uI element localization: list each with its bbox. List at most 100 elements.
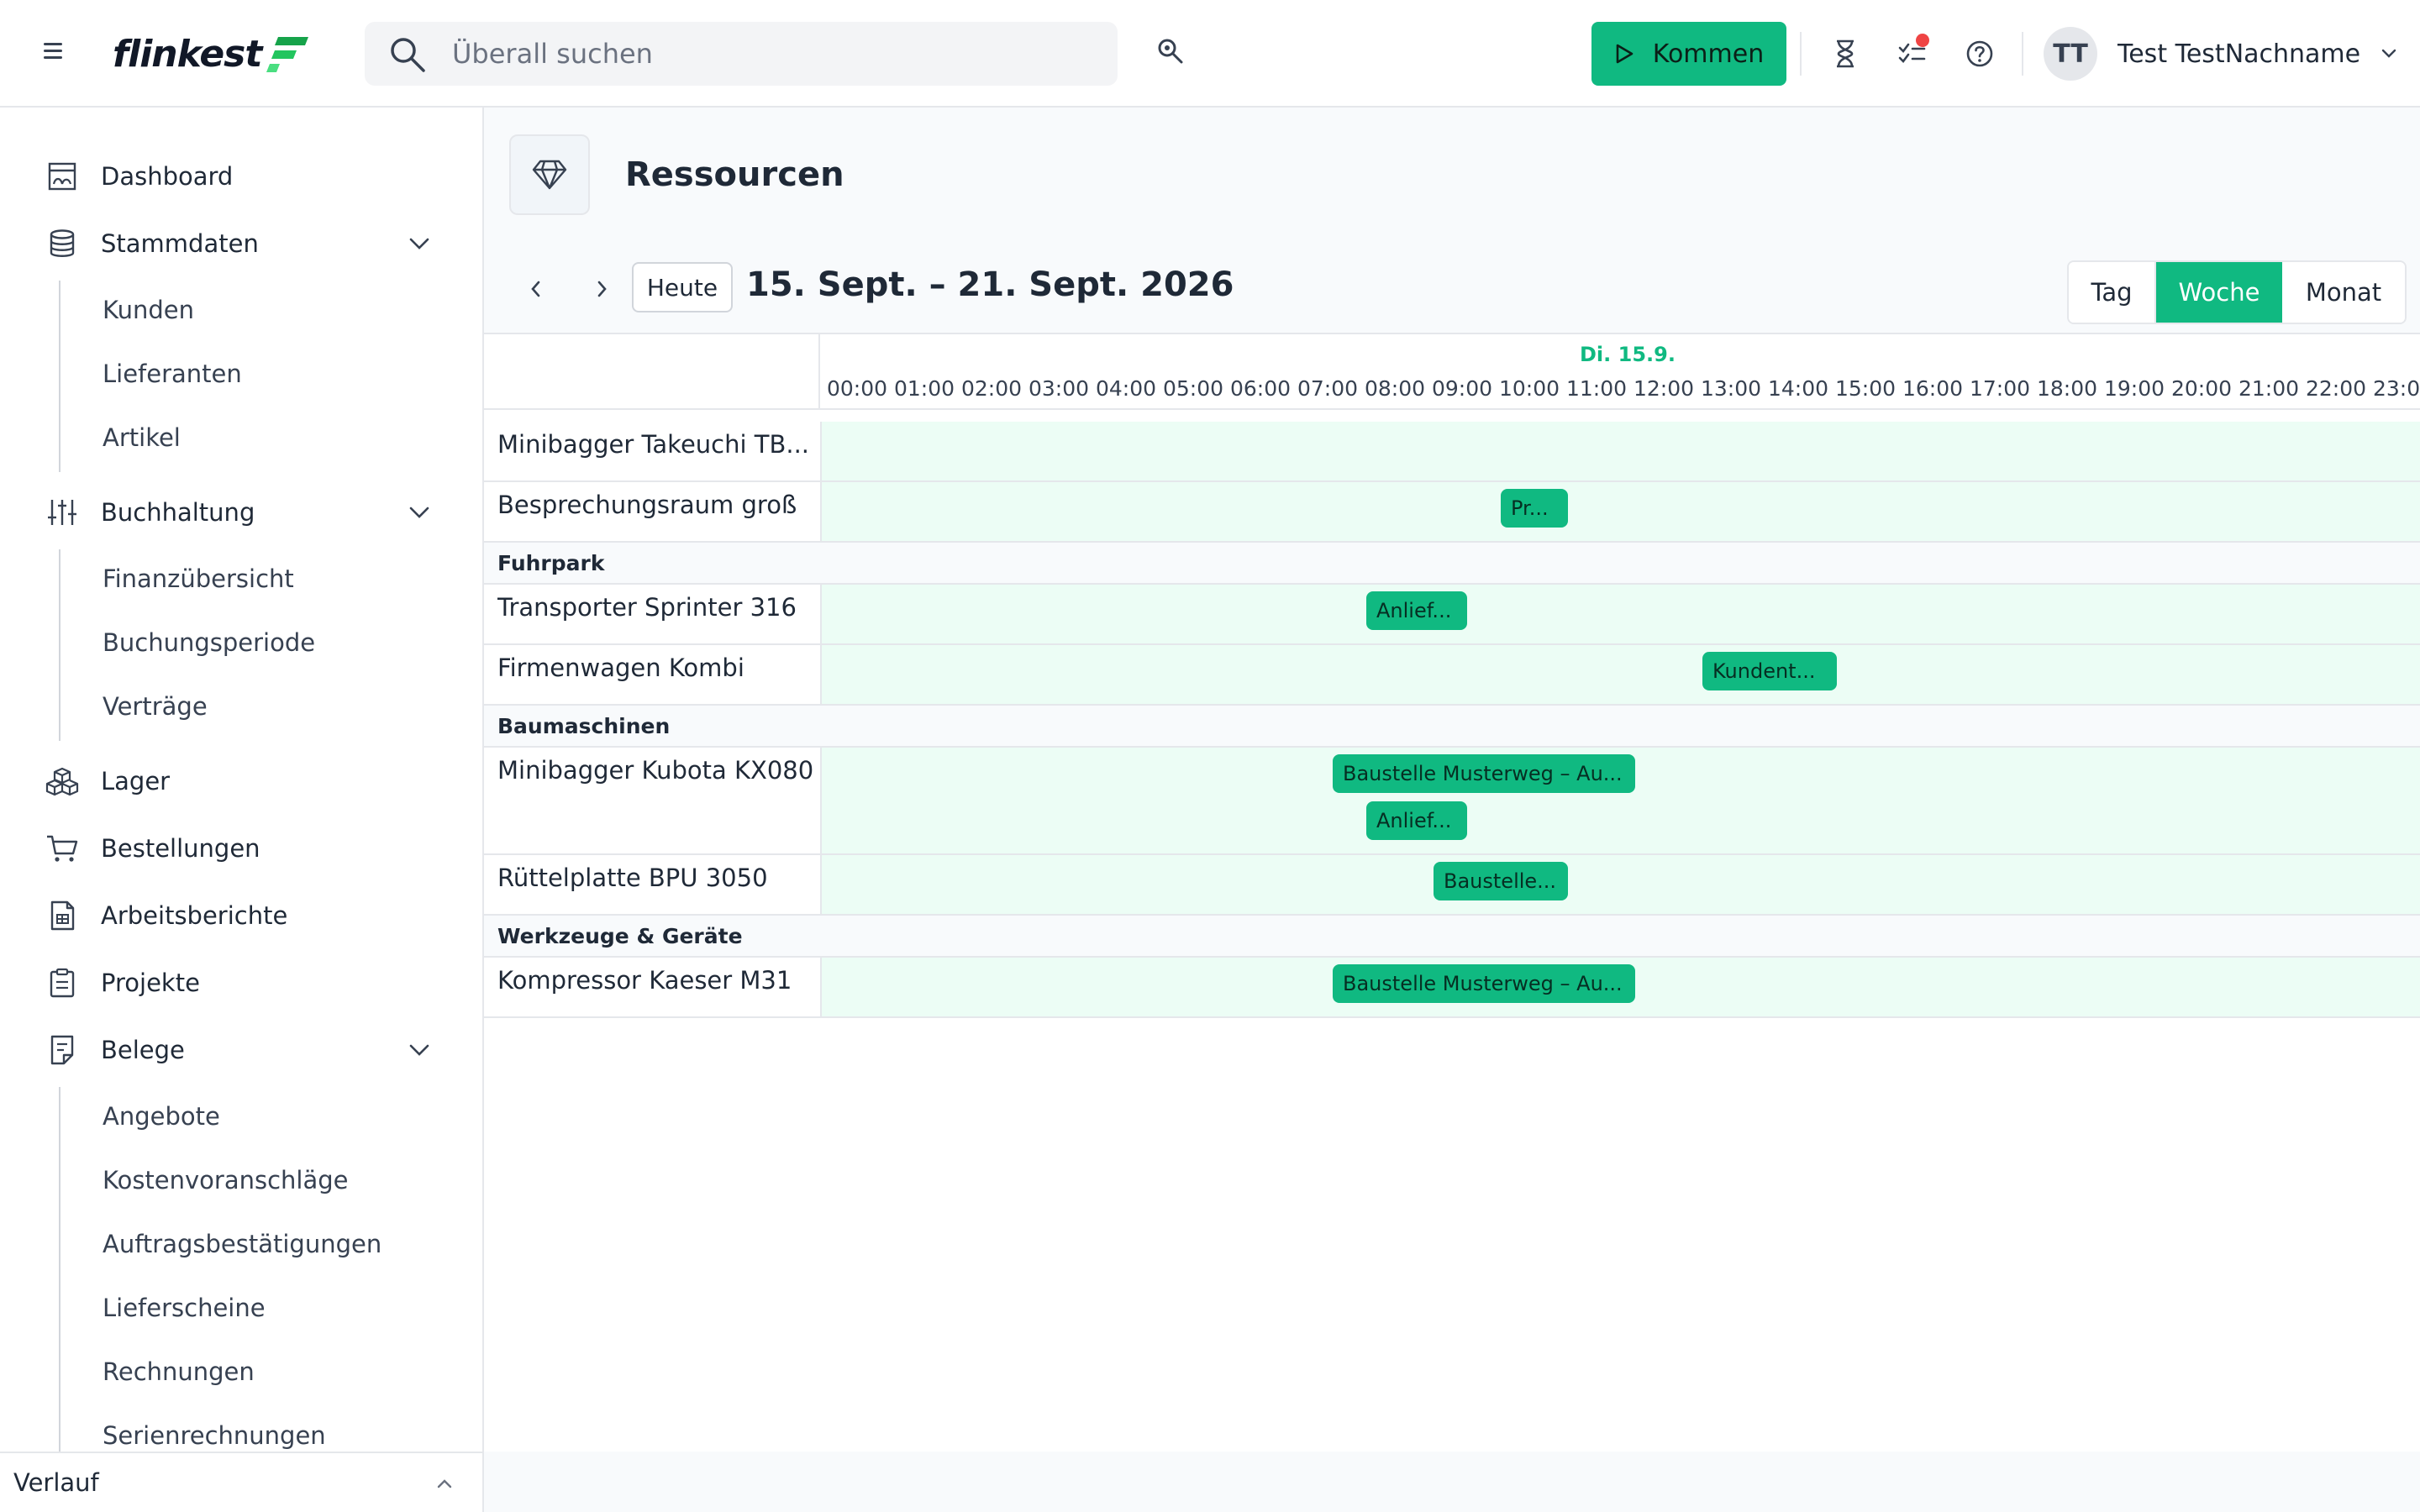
sidebar-item-label: Arbeitsberichte (101, 901, 288, 930)
hourglass-icon[interactable] (1828, 37, 1862, 71)
sidebar-item-auftragsbestaetigungen[interactable]: Auftragsbestätigungen (0, 1216, 482, 1272)
sidebar-item-label: Belege (101, 1036, 185, 1064)
resource-name[interactable]: Minibagger Kubota KX080 (497, 756, 817, 785)
resource-timeline-cell[interactable] (820, 645, 2420, 704)
chevron-up-icon (437, 1479, 452, 1488)
date-range: 15. Sept. – 21. Sept. 2026 (746, 265, 1234, 304)
sidebar-item-arbeitsberichte[interactable]: Arbeitsberichte (0, 885, 482, 946)
search-icon (391, 38, 425, 72)
search-input[interactable] (452, 34, 1091, 74)
sidebar-item-projekte[interactable]: Projekte (0, 953, 482, 1013)
kommen-button[interactable]: Kommen (1591, 22, 1786, 86)
resource-group: Baumaschinen (484, 706, 2420, 748)
play-icon (1616, 44, 1634, 64)
sidebar-item-angebote[interactable]: Angebote (0, 1089, 482, 1144)
event-chip[interactable]: Baustelle... (1434, 862, 1568, 900)
event-chip[interactable]: Anlief... (1366, 591, 1467, 630)
hour-label: 21:00 (2238, 376, 2300, 401)
help-icon[interactable] (1963, 37, 1996, 71)
resource-name[interactable]: Transporter Sprinter 316 (497, 593, 817, 622)
history-panel-toggle[interactable]: Verlauf (0, 1452, 482, 1512)
prev-button[interactable] (513, 265, 560, 312)
resource-row: Transporter Sprinter 316 Anlief... (484, 585, 2420, 645)
sidebar-item-artikel[interactable]: Artikel (0, 410, 482, 465)
chevron-left-icon (531, 281, 540, 297)
divider (2022, 32, 2023, 76)
sidebar-item-lieferanten[interactable]: Lieferanten (0, 346, 482, 402)
event-chip[interactable]: Pr... (1501, 489, 1568, 528)
logo[interactable]: flinkest (113, 25, 310, 82)
notification-dot (1916, 34, 1929, 47)
kommen-label: Kommen (1652, 39, 1765, 69)
logo-mark-icon (266, 37, 309, 72)
sidebar-item-label: Lieferscheine (103, 1294, 266, 1322)
hour-label: 10:00 (1499, 376, 1560, 401)
event-chip[interactable]: Kundent... (1702, 652, 1837, 690)
hour-label: 09:00 (1432, 376, 1493, 401)
resource-name[interactable]: Rüttelplatte BPU 3050 (497, 864, 817, 892)
group-label: Baumaschinen (497, 714, 671, 738)
sidebar-item-label: Lager (101, 767, 171, 795)
event-chip[interactable]: Anlief... (1366, 801, 1467, 840)
sidebar-item-buchhaltung[interactable]: Buchhaltung (0, 482, 482, 543)
menu-icon[interactable] (44, 39, 71, 69)
view-week-button[interactable]: Woche (2156, 262, 2282, 323)
sidebar-item-vertraege[interactable]: Verträge (0, 679, 482, 734)
sidebar-item-label: Projekte (101, 969, 200, 997)
hour-label: 18:00 (2037, 376, 2098, 401)
sidebar-item-lager[interactable]: Lager (0, 751, 482, 811)
today-button[interactable]: Heute (632, 262, 733, 312)
sidebar-item-belege[interactable]: Belege (0, 1020, 482, 1080)
hour-label: 00:00 (827, 376, 888, 401)
hour-label: 23:0 (2373, 376, 2420, 401)
chevron-down-icon (409, 507, 429, 518)
document-icon (50, 1035, 74, 1065)
sidebar-item-stammdaten[interactable]: Stammdaten (0, 213, 482, 274)
sidebar-item-label: Auftragsbestätigungen (103, 1230, 382, 1258)
sidebar-item-kostenvoranschlaege[interactable]: Kostenvoranschläge (0, 1152, 482, 1208)
sidebar-item-rechnungen[interactable]: Rechnungen (0, 1344, 482, 1399)
view-month-button[interactable]: Monat (2282, 262, 2405, 323)
event-chip[interactable]: Baustelle Musterweg – Au... (1333, 964, 1635, 1003)
resource-group: Werkzeuge & Geräte (484, 916, 2420, 958)
diamond-icon (509, 134, 590, 215)
report-icon (50, 900, 75, 931)
sidebar-item-kunden[interactable]: Kunden (0, 282, 482, 338)
resource-name[interactable]: Firmenwagen Kombi (497, 654, 817, 682)
next-button[interactable] (578, 265, 625, 312)
resource-timeline-cell[interactable] (820, 855, 2420, 914)
resource-timeline-cell[interactable] (820, 422, 2420, 480)
resource-timeline-cell[interactable] (820, 482, 2420, 541)
sidebar-item-label: Dashboard (101, 162, 234, 191)
view-day-button[interactable]: Tag (2069, 262, 2156, 323)
chevron-down-icon (409, 238, 429, 249)
resource-name[interactable]: Besprechungsraum groß (497, 491, 817, 519)
user-menu[interactable]: TT Test TestNachname (2044, 25, 2397, 82)
resource-row: Rüttelplatte BPU 3050 Baustelle... (484, 855, 2420, 916)
resource-name[interactable]: Kompressor Kaeser M31 (497, 966, 817, 995)
resource-scheduler: Di. 15.9. 00:00 01:00 02:00 03:00 04:00 05:00… (484, 333, 2420, 1452)
hour-label: 07:00 (1297, 376, 1359, 401)
hour-label: 16:00 (1902, 376, 1964, 401)
sidebar-item-lieferscheine[interactable]: Lieferscheine (0, 1280, 482, 1336)
page-header: Ressourcen (509, 134, 844, 215)
advanced-search-icon[interactable] (1156, 37, 1186, 71)
resource-name[interactable]: Minibagger Takeuchi TB... (497, 430, 817, 459)
global-search[interactable] (365, 22, 1118, 86)
hour-label: 04:00 (1096, 376, 1157, 401)
sidebar-item-bestellungen[interactable]: Bestellungen (0, 818, 482, 879)
hour-label: 20:00 (2171, 376, 2233, 401)
sidebar-item-finanzuebersicht[interactable]: Finanzübersicht (0, 551, 482, 606)
sidebar-item-dashboard[interactable]: Dashboard (0, 146, 482, 207)
sidebar-item-buchungsperiode[interactable]: Buchungsperiode (0, 615, 482, 670)
hour-label: 17:00 (1970, 376, 2031, 401)
sidebar-item-label: Bestellungen (101, 834, 260, 863)
resource-timeline-cell[interactable] (820, 585, 2420, 643)
top-bar: flinkest Kommen (0, 0, 2420, 108)
event-chip[interactable]: Baustelle Musterweg – Au... (1333, 754, 1635, 793)
resource-row: Besprechungsraum groß Pr... (484, 482, 2420, 543)
view-switch: Tag Woche Monat (2067, 260, 2407, 324)
resource-group: Fuhrpark (484, 543, 2420, 585)
user-name: Test TestNachname (2118, 39, 2361, 69)
tasks-icon[interactable] (1896, 34, 1929, 71)
